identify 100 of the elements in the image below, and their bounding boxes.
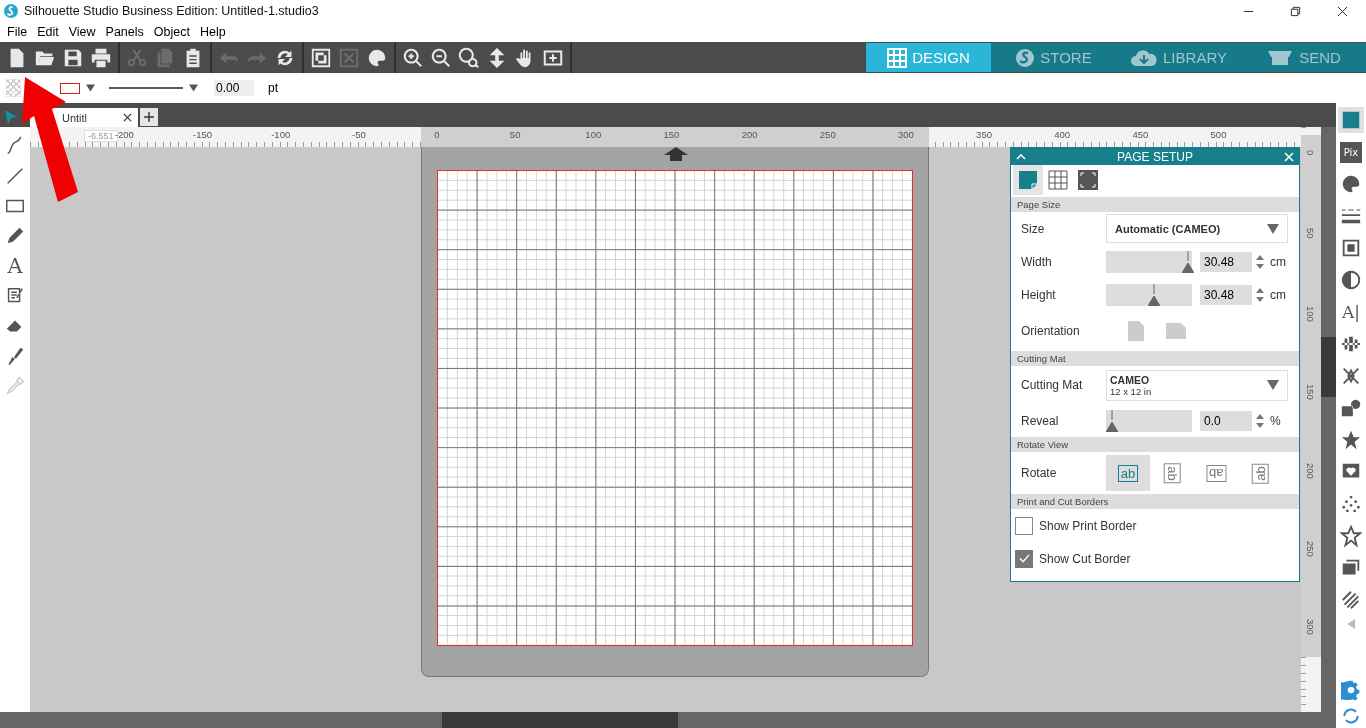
menu-item[interactable]: File (2, 25, 33, 39)
spinner-icon[interactable] (1256, 253, 1264, 270)
rotate-button[interactable]: ab (1106, 455, 1150, 491)
line-color-swatch[interactable] (60, 82, 80, 94)
menu-item[interactable]: Object (148, 25, 195, 39)
ruler-label: -100 (271, 129, 291, 140)
ruler-label: 300 (1305, 618, 1316, 635)
group-icon[interactable] (310, 46, 332, 69)
ruler-label: -200 (114, 129, 134, 140)
mat-dropdown[interactable]: CAMEO 12 x 12 in (1106, 369, 1288, 401)
field-label: Rotate (1021, 466, 1058, 480)
ruler-label: 300 (897, 129, 914, 140)
size-dropdown[interactable]: Automatic (CAMEO) (1106, 214, 1288, 243)
printer-icon[interactable] (90, 46, 112, 69)
sync-icon[interactable] (1341, 706, 1361, 726)
fill-swatch[interactable] (6, 79, 21, 97)
text-tool[interactable]: A (7, 255, 23, 277)
section-heading: Rotate View (1011, 437, 1299, 452)
field-label: Reveal (1021, 413, 1060, 428)
spinner-icon[interactable] (1256, 286, 1264, 303)
ruler-label: 350 (976, 129, 992, 140)
field-label: Size (1021, 221, 1046, 236)
check-icon (1018, 554, 1030, 563)
menu-item[interactable]: Edit (32, 25, 64, 39)
checkbox[interactable] (1015, 516, 1033, 535)
ruler-label: 250 (1305, 540, 1316, 557)
caret-icon[interactable] (189, 84, 198, 92)
grid-icon (887, 47, 908, 68)
field-label: Orientation (1021, 324, 1081, 338)
caret-icon[interactable] (86, 84, 95, 92)
section-heading: Page Size (1011, 197, 1299, 212)
spinner-icon[interactable] (1256, 412, 1264, 429)
page-setup-panel-button[interactable] (1338, 107, 1364, 133)
number-field[interactable]: 0.0 (1200, 410, 1252, 431)
ruler-label: 50 (1305, 228, 1316, 239)
star-outline-panel-button[interactable] (1338, 523, 1364, 549)
panel-title: PAGE SETUP (1116, 149, 1194, 164)
caret-icon (1267, 380, 1279, 390)
horizontal-scrollbar[interactable] (0, 712, 1336, 728)
page-icon (1018, 170, 1038, 190)
ruler-label: 50 (509, 129, 521, 140)
ruler-label: 200 (741, 129, 758, 140)
field-label: Height (1021, 287, 1057, 302)
store-logo-icon (1015, 47, 1036, 68)
feed-arrow-icon (664, 147, 688, 161)
text-style-panel-button[interactable]: A| (1338, 299, 1364, 325)
ruler-label: 250 (819, 129, 836, 140)
field-label: Width (1021, 254, 1053, 269)
ruler-label: 100 (1305, 306, 1316, 323)
unit-label: % (1270, 413, 1281, 428)
unit-label: pt (268, 81, 278, 95)
vertical-scrollbar[interactable] (1321, 127, 1336, 712)
rotate-button[interactable]: ab (1150, 455, 1194, 491)
ruler-label: 150 (663, 129, 680, 140)
collapse-icon[interactable] (1016, 151, 1026, 162)
section-heading: Print and Cut Borders (1011, 494, 1299, 509)
close-icon[interactable] (123, 113, 132, 122)
slider-thumb[interactable] (1106, 409, 1118, 432)
ruler-label: 150 (1305, 384, 1316, 401)
slider-thumb[interactable] (1148, 283, 1161, 306)
unit-label: cm (1270, 287, 1286, 302)
ruler-label: 450 (1132, 129, 1149, 140)
zoom-select-icon[interactable] (458, 46, 480, 69)
zoom-in-icon[interactable] (402, 46, 424, 69)
settings-icon[interactable] (1341, 680, 1361, 700)
menu-item[interactable]: View (63, 25, 101, 39)
ruler-label: 0 (1305, 150, 1316, 156)
line-width-field[interactable]: 0.00 (214, 80, 254, 96)
number-field[interactable]: 30.48 (1200, 284, 1252, 305)
app-logo-icon (4, 4, 18, 18)
grid-icon (1048, 170, 1068, 190)
number-field[interactable]: 30.48 (1200, 251, 1252, 272)
line-style-sample[interactable] (109, 86, 183, 90)
line-tool-icon[interactable] (4, 165, 26, 187)
ruler-label: 200 (1305, 462, 1316, 479)
rotate-button[interactable]: ab (1194, 455, 1238, 491)
cloud-download-icon (1130, 47, 1159, 68)
ruler-label: 0 (434, 129, 440, 140)
rotate-button[interactable]: ab (1238, 455, 1282, 491)
zoom-out-icon[interactable] (430, 46, 452, 69)
menu-item[interactable]: Panels (100, 25, 149, 39)
ruler-label: -50 (352, 129, 366, 140)
page-tab[interactable] (1013, 165, 1043, 195)
field-label: Cutting Mat (1021, 378, 1084, 392)
checkbox[interactable] (1015, 549, 1033, 568)
maximize-icon[interactable] (1290, 5, 1301, 17)
checkbox-label: Show Cut Border (1039, 551, 1131, 566)
section-heading: Cutting Mat (1011, 351, 1299, 366)
ruler-label: 500 (1210, 129, 1227, 140)
menu-item[interactable]: Help (194, 25, 231, 39)
unit-label: cm (1270, 254, 1286, 269)
window-title: Silhouette Studio Business Edition: Untitled-1.studio3 (24, 4, 319, 18)
slider-thumb[interactable] (1182, 250, 1194, 273)
checkbox-label: Show Print Border (1039, 518, 1137, 533)
close-icon[interactable] (1337, 5, 1348, 17)
ruler-label: -150 (193, 129, 213, 140)
ruler-label: 400 (1054, 129, 1071, 140)
corners-icon (1078, 170, 1098, 190)
add-tab-icon[interactable] (140, 108, 158, 126)
caret-icon (1267, 223, 1279, 234)
